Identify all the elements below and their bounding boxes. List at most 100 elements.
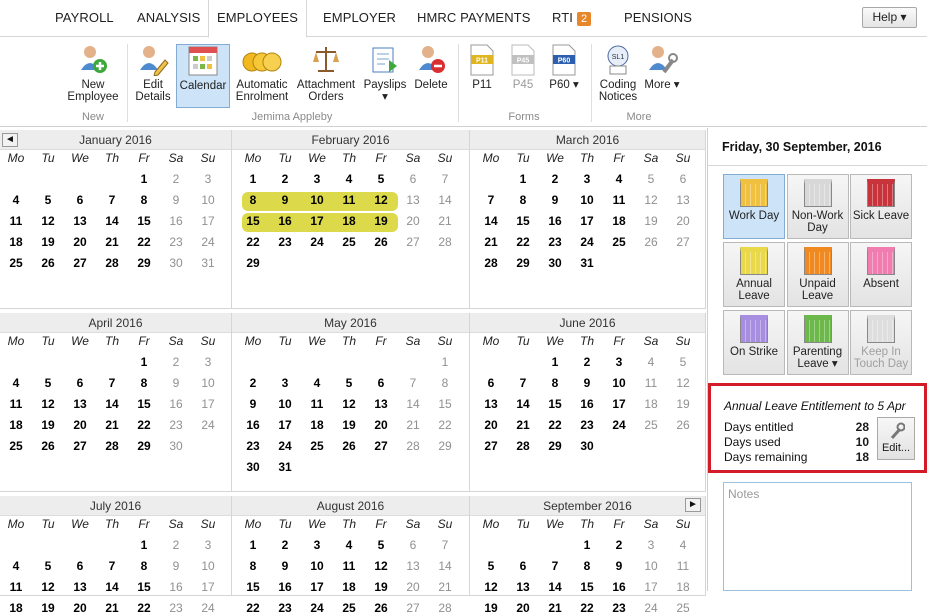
calendar-day[interactable]: 11 — [638, 375, 664, 391]
calendar-day[interactable]: 6 — [368, 375, 394, 391]
calendar-day[interactable]: 15 — [131, 213, 157, 229]
calendar-day[interactable]: 8 — [574, 558, 600, 574]
calendar-day[interactable]: 23 — [272, 234, 298, 250]
calendar-day[interactable]: 3 — [272, 375, 298, 391]
calendar-day[interactable]: 26 — [368, 600, 394, 616]
calendar-day[interactable]: 11 — [336, 192, 362, 208]
calendar-day[interactable]: 14 — [99, 396, 125, 412]
calendar-day[interactable]: 29 — [131, 255, 157, 271]
calendar-day[interactable]: 14 — [432, 192, 458, 208]
calendar-day[interactable]: 28 — [510, 438, 536, 454]
calendar-day[interactable]: 21 — [99, 417, 125, 433]
calendar-day[interactable]: 22 — [240, 600, 266, 616]
calendar-day[interactable]: 1 — [574, 537, 600, 553]
calendar-day[interactable]: 11 — [3, 579, 29, 595]
calendar-day[interactable]: 8 — [510, 192, 536, 208]
tab-rti[interactable]: RTI 2 — [552, 10, 592, 26]
calendar-day[interactable]: 6 — [478, 375, 504, 391]
calendar-day[interactable]: 25 — [670, 600, 696, 616]
calendar-day[interactable]: 24 — [638, 600, 664, 616]
calendar-day[interactable]: 11 — [606, 192, 632, 208]
calendar-day[interactable]: 9 — [574, 375, 600, 391]
calendar-day[interactable]: 27 — [400, 234, 426, 250]
calendar-day[interactable]: 25 — [304, 438, 330, 454]
calendar-day[interactable]: 1 — [240, 171, 266, 187]
calendar-day[interactable]: 1 — [131, 354, 157, 370]
calendar-day[interactable]: 6 — [400, 537, 426, 553]
calendar-day[interactable]: 17 — [195, 213, 221, 229]
day-type-button-3[interactable]: Annual Leave — [723, 242, 785, 307]
delete-button[interactable]: Delete — [410, 44, 452, 108]
calendar-day[interactable]: 19 — [35, 417, 61, 433]
calendar-day[interactable]: 23 — [272, 600, 298, 616]
calendar-day[interactable]: 15 — [432, 396, 458, 412]
calendar-day[interactable]: 5 — [478, 558, 504, 574]
calendar-day[interactable]: 8 — [131, 192, 157, 208]
calendar-day[interactable]: 23 — [606, 600, 632, 616]
calendar-day[interactable]: 17 — [574, 213, 600, 229]
calendar-day[interactable]: 27 — [400, 600, 426, 616]
calendar-day[interactable]: 21 — [478, 234, 504, 250]
calendar-day[interactable]: 28 — [432, 234, 458, 250]
calendar-day[interactable]: 12 — [638, 192, 664, 208]
calendar-day[interactable]: 11 — [336, 558, 362, 574]
calendar-day[interactable]: 10 — [272, 396, 298, 412]
calendar-day[interactable]: 12 — [368, 192, 394, 208]
calendar-day[interactable]: 8 — [542, 375, 568, 391]
calendar-day[interactable]: 7 — [99, 192, 125, 208]
calendar-day[interactable]: 22 — [240, 234, 266, 250]
notes-field[interactable]: Notes — [723, 482, 912, 591]
calendar-day[interactable]: 10 — [304, 192, 330, 208]
calendar-day[interactable]: 24 — [195, 417, 221, 433]
calendar-day[interactable]: 13 — [400, 192, 426, 208]
calendar-day[interactable]: 28 — [478, 255, 504, 271]
calendar-day[interactable]: 12 — [336, 396, 362, 412]
edit-details-button[interactable]: Edit Details — [131, 44, 175, 108]
calendar-day[interactable]: 18 — [606, 213, 632, 229]
day-type-button-8[interactable]: Keep In Touch Day — [850, 310, 912, 375]
calendar-day[interactable]: 8 — [432, 375, 458, 391]
calendar-day[interactable]: 8 — [240, 192, 266, 208]
calendar-day[interactable]: 9 — [163, 192, 189, 208]
calendar-day[interactable]: 6 — [670, 171, 696, 187]
calendar-day[interactable]: 28 — [432, 600, 458, 616]
previous-month-arrow[interactable]: ◄ — [2, 133, 18, 147]
calendar-day[interactable]: 30 — [163, 438, 189, 454]
calendar-day[interactable]: 2 — [606, 537, 632, 553]
calendar-day[interactable]: 15 — [240, 213, 266, 229]
new-employee-button[interactable]: New Employee — [64, 44, 122, 108]
calendar-day[interactable]: 2 — [163, 537, 189, 553]
calendar-day[interactable]: 15 — [574, 579, 600, 595]
calendar-day[interactable]: 23 — [574, 417, 600, 433]
calendar-day[interactable]: 22 — [510, 234, 536, 250]
calendar-day[interactable]: 30 — [240, 459, 266, 475]
tab-employees[interactable]: EMPLOYEES — [208, 0, 307, 38]
calendar-day[interactable]: 23 — [240, 438, 266, 454]
calendar-day[interactable]: 5 — [368, 537, 394, 553]
calendar-day[interactable]: 20 — [67, 234, 93, 250]
calendar-day[interactable]: 24 — [574, 234, 600, 250]
calendar-day[interactable]: 6 — [67, 192, 93, 208]
help-button[interactable]: Help ▾ — [862, 7, 917, 28]
calendar-day[interactable]: 21 — [432, 213, 458, 229]
calendar-day[interactable]: 29 — [131, 438, 157, 454]
day-type-button-5[interactable]: Absent — [850, 242, 912, 307]
calendar-day[interactable]: 2 — [163, 354, 189, 370]
calendar-day[interactable]: 5 — [35, 558, 61, 574]
edit-entitlement-button[interactable]: Edit... — [877, 417, 915, 460]
calendar-day[interactable]: 22 — [574, 600, 600, 616]
calendar-day[interactable]: 10 — [638, 558, 664, 574]
calendar-day[interactable]: 10 — [195, 375, 221, 391]
calendar-day[interactable]: 6 — [67, 375, 93, 391]
calendar-day[interactable]: 16 — [163, 396, 189, 412]
calendar-day[interactable]: 22 — [131, 234, 157, 250]
calendar-day[interactable]: 13 — [67, 396, 93, 412]
calendar-day[interactable]: 16 — [272, 579, 298, 595]
calendar-day[interactable]: 3 — [574, 171, 600, 187]
calendar-day[interactable]: 25 — [3, 438, 29, 454]
calendar-day[interactable]: 18 — [3, 234, 29, 250]
calendar-day[interactable]: 21 — [432, 579, 458, 595]
calendar-day[interactable]: 14 — [99, 213, 125, 229]
calendar-day[interactable]: 2 — [574, 354, 600, 370]
calendar-day[interactable]: 2 — [272, 171, 298, 187]
